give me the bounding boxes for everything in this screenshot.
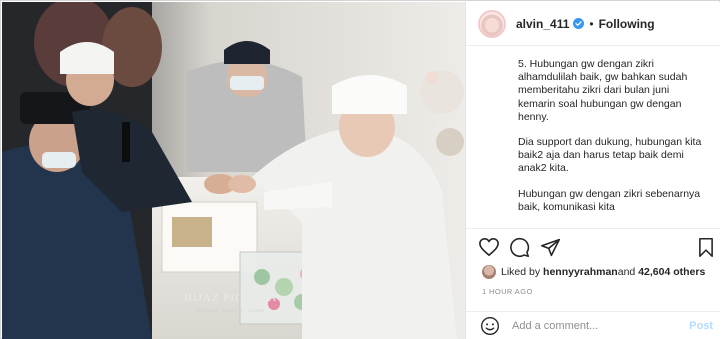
likes-prefix: Liked by xyxy=(501,266,541,278)
caption-paragraph: 5. Hubungan gw dengan zikri alhamdulilah… xyxy=(518,58,688,123)
likes-summary: Liked by hennyyrahman and 42,604 others xyxy=(482,265,705,279)
instagram-post-frame: HIJAZ PICTURA WEDDING · MOMENT · STORY a… xyxy=(0,0,720,339)
profile-avatar[interactable] xyxy=(478,9,506,38)
post-side-panel: alvin_411 • Following 5. Hubungan gw den… xyxy=(465,2,720,339)
caption-paragraph: Hubungan gw dengan zikri sebenarnya baik… xyxy=(518,187,701,213)
comment-input[interactable]: Add a comment... xyxy=(512,320,689,332)
post-timestamp[interactable]: 1 HOUR AGO xyxy=(482,287,533,296)
share-paper-plane-icon[interactable] xyxy=(540,237,561,258)
wedding-photo-illustration xyxy=(2,2,465,339)
verified-badge-icon xyxy=(573,18,585,29)
post-comment-button[interactable]: Post xyxy=(689,320,713,332)
emoji-smiley-icon[interactable] xyxy=(480,316,500,336)
liker-username-link[interactable]: hennyyrahman xyxy=(543,266,618,278)
post-actions-section: Liked by hennyyrahman and 42,604 others … xyxy=(466,228,720,318)
post-photo[interactable]: HIJAZ PICTURA WEDDING · MOMENT · STORY xyxy=(2,2,465,339)
liker-avatar[interactable] xyxy=(482,265,496,279)
save-bookmark-icon[interactable] xyxy=(697,237,715,258)
likes-count-link[interactable]: 42,604 others xyxy=(638,266,705,278)
photo-watermark: HIJAZ PICTURA xyxy=(184,292,278,304)
caption-paragraph: Dia support dan dukung, hubungan kita ba… xyxy=(518,136,702,175)
photo-watermark-subtitle: WEDDING · MOMENT · STORY xyxy=(195,308,265,313)
likes-middle: and xyxy=(617,266,636,278)
following-button[interactable]: Following xyxy=(599,17,655,31)
post-header: alvin_411 • Following xyxy=(466,2,720,46)
header-separator: • xyxy=(589,16,594,31)
like-heart-icon[interactable] xyxy=(478,237,500,257)
comment-bubble-icon[interactable] xyxy=(509,237,530,258)
username-link[interactable]: alvin_411 xyxy=(516,17,569,31)
add-comment-bar: Add a comment... Post xyxy=(466,311,720,339)
post-caption: 5. Hubungan gw dengan zikri alhamdulilah… xyxy=(466,47,720,227)
